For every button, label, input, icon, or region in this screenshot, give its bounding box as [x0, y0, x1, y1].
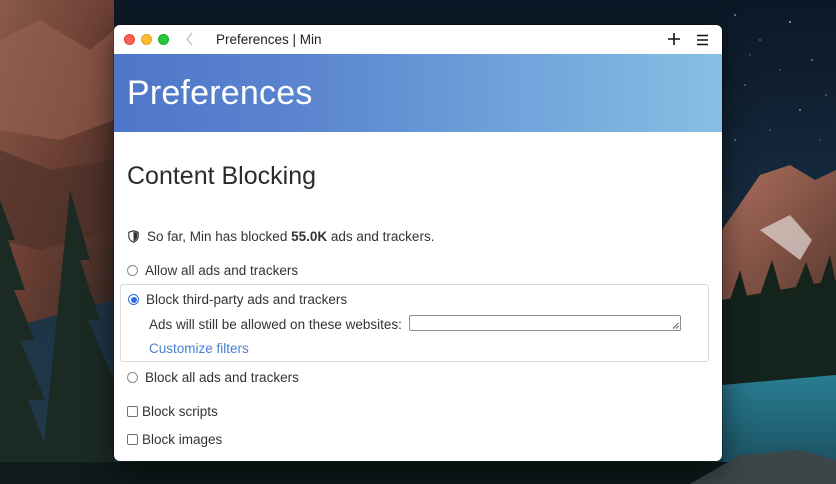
stats-prefix: So far, Min has blocked [147, 229, 288, 244]
chevron-left-icon[interactable] [183, 30, 197, 48]
allow-all-radio[interactable] [127, 265, 138, 276]
block-images-checkbox[interactable] [127, 434, 138, 445]
checkbox-label: Block scripts [142, 404, 218, 419]
preferences-window: Preferences | Min Preferences Content Bl… [114, 25, 722, 461]
hamburger-menu-icon[interactable] [696, 33, 709, 46]
shield-icon [128, 230, 139, 243]
block-scripts-checkbox[interactable] [127, 406, 138, 417]
section-heading-content-blocking: Content Blocking [127, 162, 317, 190]
page-title: Preferences [127, 74, 313, 112]
allowed-sites-label: Ads will still be allowed on these websi… [149, 317, 402, 332]
maximize-window-button[interactable] [158, 34, 169, 45]
title-bar: Preferences | Min [114, 25, 722, 54]
option-block-third-party[interactable]: Block third-party ads and trackers [128, 292, 428, 308]
option-allow-all[interactable]: Allow all ads and trackers [127, 263, 427, 279]
minimize-window-button[interactable] [141, 34, 152, 45]
checkbox-row-block-scripts[interactable]: Block scripts [127, 404, 327, 420]
close-window-button[interactable] [124, 34, 135, 45]
checkbox-label: Block images [142, 432, 223, 447]
plus-icon[interactable] [666, 31, 682, 47]
option-label: Block all ads and trackers [145, 370, 299, 385]
resize-grip-icon[interactable] [672, 322, 679, 329]
stats-count: 55.0K [291, 229, 328, 244]
block-third-party-panel: Block third-party ads and trackers Ads w… [120, 284, 709, 362]
block-third-party-radio[interactable] [128, 294, 139, 305]
option-label: Allow all ads and trackers [145, 263, 299, 278]
stats-suffix: ads and trackers. [330, 229, 435, 244]
option-block-all[interactable]: Block all ads and trackers [127, 370, 427, 386]
option-label: Block third-party ads and trackers [146, 292, 348, 307]
tab-title[interactable]: Preferences | Min [216, 32, 322, 47]
customize-filters-link[interactable]: Customize filters [149, 341, 249, 356]
preferences-header-banner: Preferences [114, 54, 722, 132]
checkbox-row-block-images[interactable]: Block images [127, 432, 327, 448]
preferences-content: Content Blocking So far, Min has blocked… [114, 132, 722, 461]
block-all-radio[interactable] [127, 372, 138, 383]
allowed-sites-input[interactable] [409, 315, 681, 331]
blocked-stats-text: So far, Min has blocked 55.0K ads and tr… [147, 229, 434, 244]
